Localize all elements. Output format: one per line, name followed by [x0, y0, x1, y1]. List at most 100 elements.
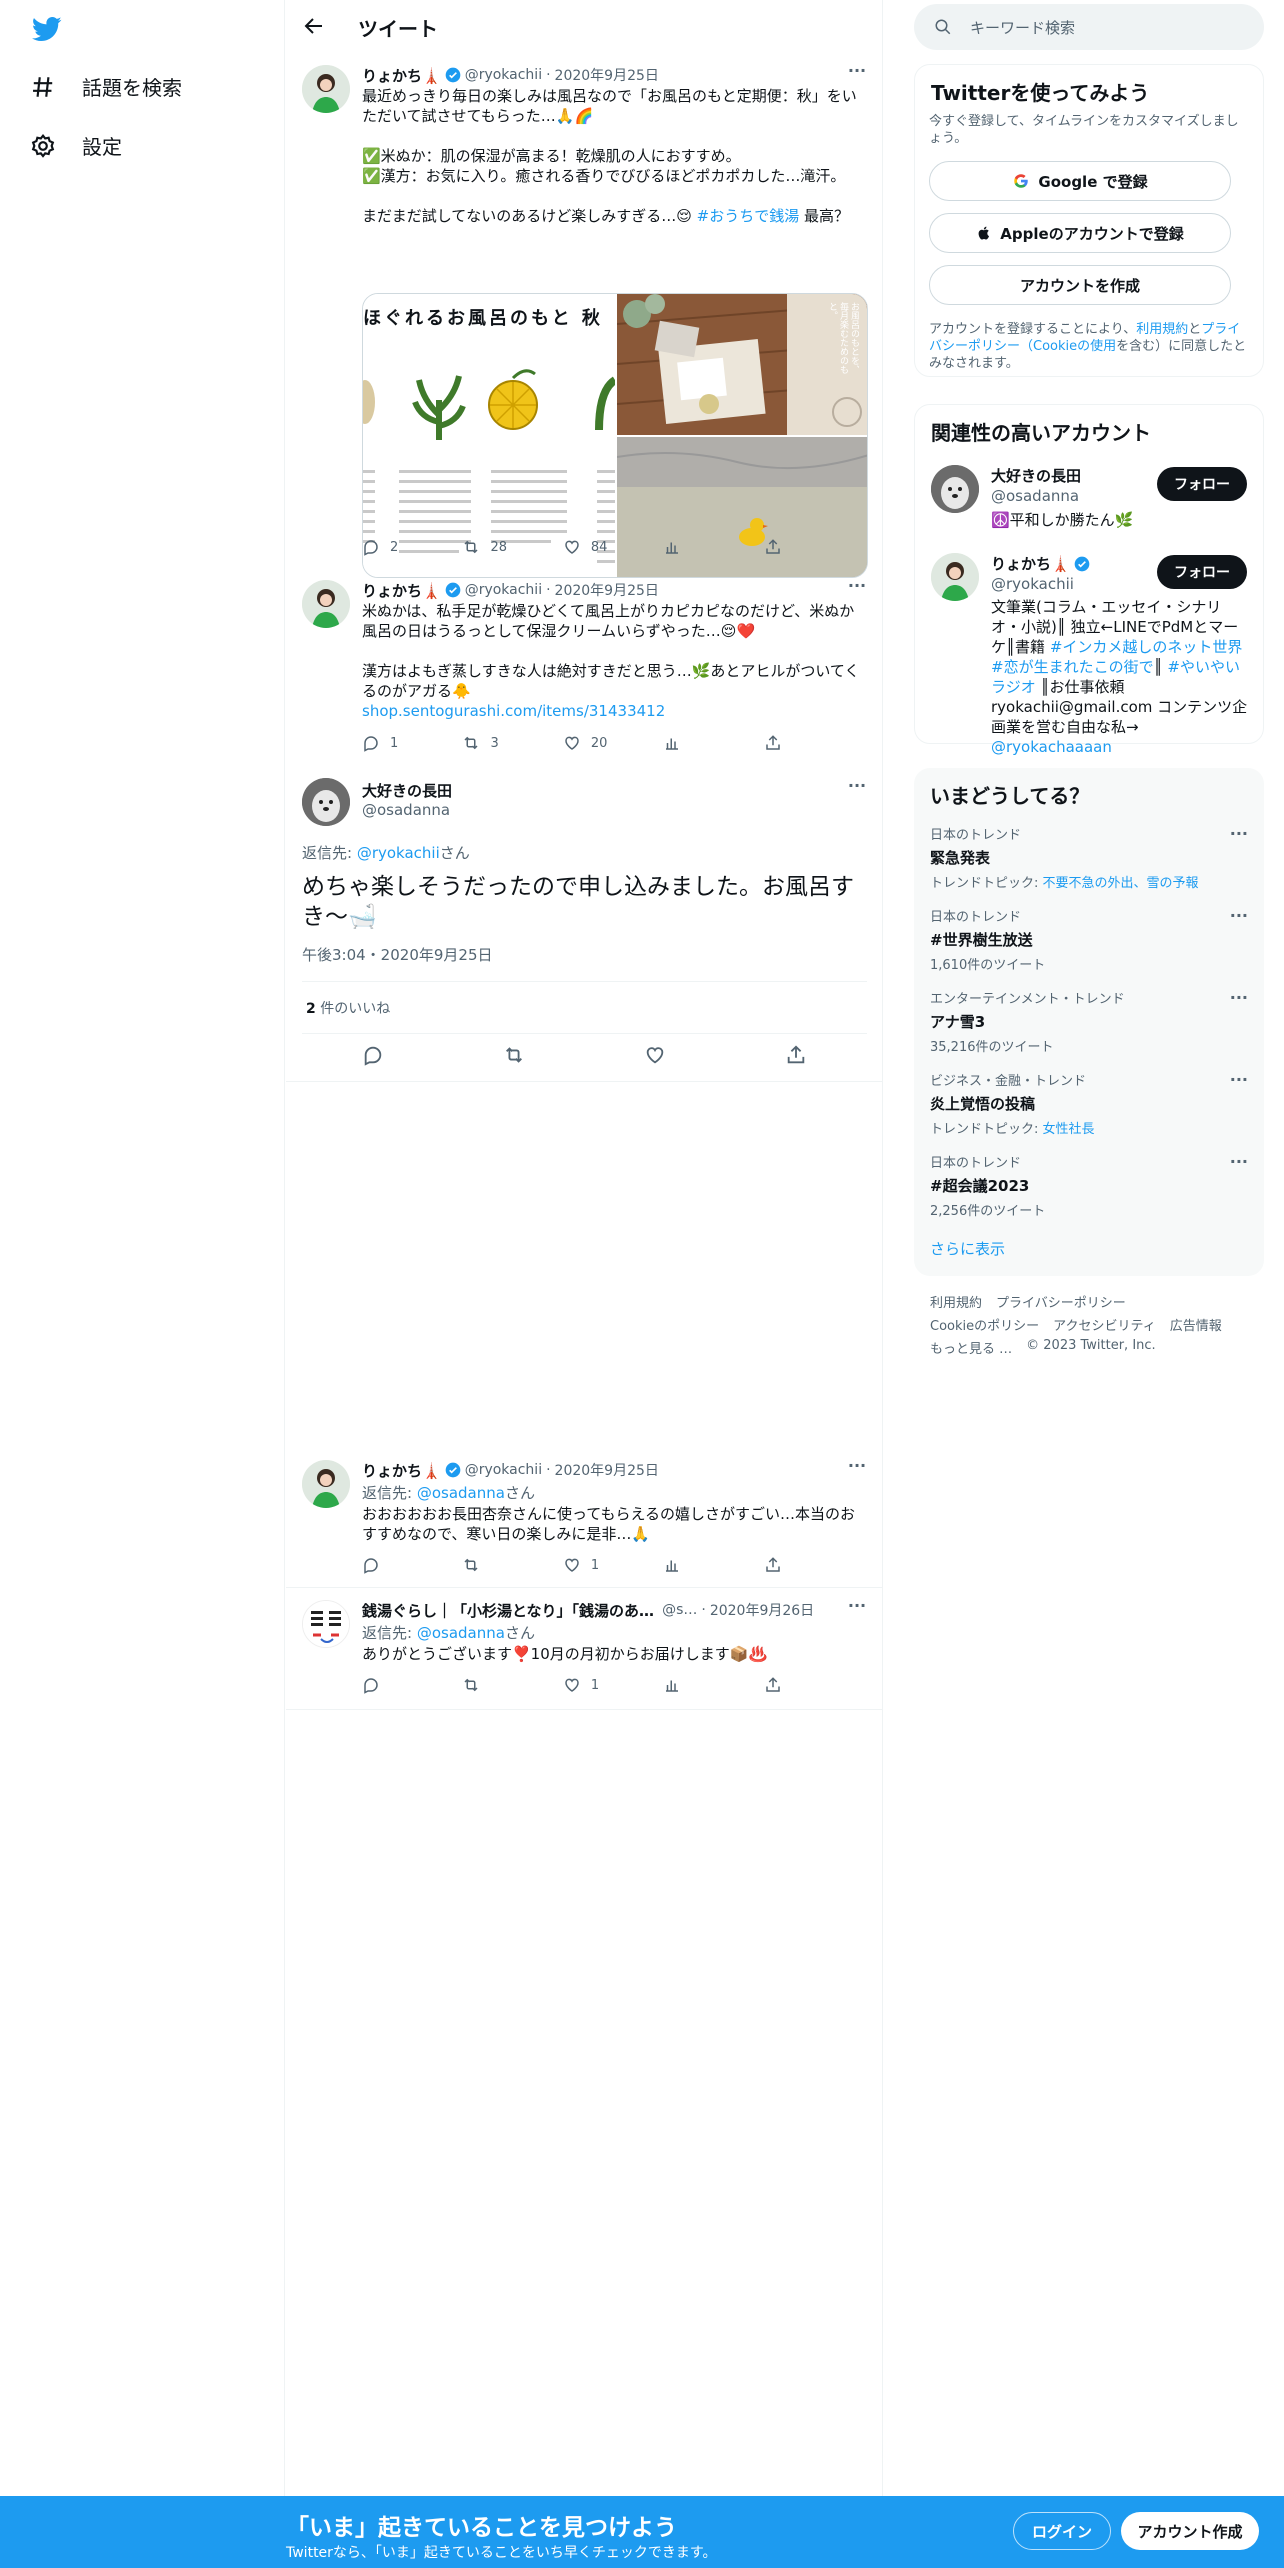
- share-button[interactable]: [764, 1556, 792, 1574]
- more-options-icon[interactable]: ···: [1230, 906, 1248, 925]
- parent-tweet[interactable]: りょかち🗼 @ryokachii · 2020年9月25日 ··· 米ぬかは、私…: [286, 568, 883, 766]
- account-handle[interactable]: @ryokachii: [991, 575, 1074, 593]
- tweet-date[interactable]: 2020年9月25日: [555, 65, 659, 85]
- footer-link[interactable]: 広告情報: [1170, 1315, 1222, 1334]
- reply-tweet[interactable]: 銭湯ぐらし｜「小杉湯となり」「銭湯のあ… @s… · 2020年9月26日 ··…: [286, 1588, 883, 1710]
- avatar[interactable]: [931, 465, 979, 513]
- author-handle[interactable]: @ryokachii: [465, 67, 542, 83]
- avatar[interactable]: [302, 1600, 350, 1648]
- avatar[interactable]: [302, 65, 350, 113]
- heart-icon[interactable]: [644, 1044, 666, 1066]
- share-icon[interactable]: [785, 1044, 807, 1066]
- parent-tweet[interactable]: りょかち🗼 @ryokachii · 2020年9月25日 ··· 最近めっきり…: [286, 53, 883, 580]
- reply-icon[interactable]: [362, 1044, 384, 1066]
- tweet-link[interactable]: shop.sentogurashi.com/items/31433412: [362, 702, 665, 720]
- retweet-button[interactable]: [462, 1676, 562, 1694]
- login-button[interactable]: ログイン: [1013, 2512, 1111, 2550]
- reply-button[interactable]: [362, 1556, 462, 1574]
- analytics-button[interactable]: [663, 1676, 763, 1694]
- reply-to-link[interactable]: @ryokachii: [357, 844, 440, 862]
- author-handle[interactable]: @osadanna: [362, 801, 450, 819]
- nav-item-settings[interactable]: 設定: [30, 131, 122, 160]
- more-options-icon[interactable]: ···: [847, 578, 867, 600]
- analytics-button[interactable]: [663, 1556, 763, 1574]
- avatar[interactable]: [302, 580, 350, 628]
- tweet-media-grid[interactable]: ほぐれるお風呂のもと 秋 お風呂のもとを、毎月楽むためのもと。: [362, 293, 868, 578]
- footer-link[interactable]: 利用規約: [930, 1292, 982, 1311]
- author-handle[interactable]: @ryokachii: [465, 582, 542, 598]
- show-more-link[interactable]: さらに表示: [930, 1238, 1005, 1259]
- media-image-product-card[interactable]: ほぐれるお風呂のもと 秋: [363, 294, 615, 577]
- reply-button[interactable]: 2: [362, 538, 462, 556]
- footer-more-link[interactable]: もっと見る …: [930, 1338, 1012, 1357]
- bio-hashtag-link[interactable]: #インカメ越しのネット世界: [1050, 638, 1243, 656]
- more-options-icon[interactable]: ···: [1230, 1152, 1248, 1171]
- avatar[interactable]: [302, 1460, 350, 1508]
- author-handle[interactable]: @s…: [662, 1602, 697, 1618]
- footer-link[interactable]: アクセシビリティ: [1053, 1315, 1156, 1334]
- more-options-icon[interactable]: ···: [1230, 988, 1248, 1007]
- create-account-button[interactable]: アカウントを作成: [929, 265, 1231, 305]
- search-input[interactable]: キーワード検索: [970, 17, 1075, 38]
- hashtag-link[interactable]: #おうちで銭湯: [697, 207, 800, 225]
- like-button[interactable]: 1: [563, 1676, 663, 1694]
- google-signup-button[interactable]: Google で登録: [929, 161, 1231, 201]
- reply-button[interactable]: 1: [362, 734, 462, 752]
- retweet-button[interactable]: [462, 1556, 562, 1574]
- more-options-icon[interactable]: ···: [847, 63, 867, 85]
- reply-tweet[interactable]: りょかち🗼 @ryokachii · 2020年9月25日 ··· 返信先: @…: [286, 1448, 883, 1588]
- author-name[interactable]: りょかち🗼: [362, 65, 441, 86]
- account-handle[interactable]: @osadanna: [991, 487, 1079, 505]
- search-bar[interactable]: キーワード検索: [914, 4, 1264, 50]
- media-image-product-box[interactable]: お風呂のもとを、毎月楽むためのもと。: [616, 294, 867, 435]
- share-button[interactable]: [764, 1676, 792, 1694]
- terms-link[interactable]: 利用規約: [1136, 322, 1188, 337]
- bio-mention-link[interactable]: @ryokachaaaan: [991, 738, 1112, 756]
- tweet-date[interactable]: 2020年9月26日: [710, 1600, 814, 1620]
- avatar[interactable]: [931, 553, 979, 601]
- like-button[interactable]: 1: [563, 1556, 663, 1574]
- author-name[interactable]: 大好きの長田: [362, 780, 452, 801]
- analytics-button[interactable]: [663, 734, 763, 752]
- avatar[interactable]: [302, 778, 350, 826]
- reply-to-link[interactable]: @osadanna: [417, 1624, 505, 1642]
- reply-to-link[interactable]: @osadanna: [417, 1484, 505, 1502]
- author-name[interactable]: 銭湯ぐらし｜「小杉湯となり」「銭湯のあ…: [362, 1600, 654, 1621]
- nav-item-explore[interactable]: 話題を検索: [30, 72, 182, 101]
- back-arrow-icon[interactable]: [302, 14, 326, 38]
- like-button[interactable]: 84: [563, 538, 663, 556]
- more-options-icon[interactable]: ···: [847, 778, 867, 800]
- more-options-icon[interactable]: ···: [1230, 1070, 1248, 1089]
- more-options-icon[interactable]: ···: [1230, 824, 1248, 843]
- trend-item[interactable]: 日本のトレンド #世界樹生放送 1,610件のツイート ···: [930, 906, 1248, 973]
- reply-button[interactable]: [362, 1676, 462, 1694]
- bio-hashtag-link[interactable]: #恋が生まれたこの街で: [991, 658, 1154, 676]
- apple-signup-button[interactable]: Appleのアカウントで登録: [929, 213, 1231, 253]
- footer-link[interactable]: プライバシーポリシー: [996, 1292, 1126, 1311]
- media-image-bath-duck[interactable]: [616, 437, 867, 577]
- more-options-icon[interactable]: ···: [847, 1458, 867, 1480]
- analytics-button[interactable]: [663, 538, 763, 556]
- signup-button[interactable]: アカウント作成: [1121, 2512, 1259, 2550]
- tweet-timestamp[interactable]: 午後3:04・2020年9月25日: [302, 944, 493, 965]
- share-button[interactable]: [764, 538, 792, 556]
- tweet-date[interactable]: 2020年9月25日: [555, 580, 659, 600]
- retweet-button[interactable]: 3: [462, 734, 562, 752]
- author-name[interactable]: りょかち🗼: [362, 580, 441, 601]
- retweet-icon[interactable]: [503, 1044, 525, 1066]
- twitter-logo-icon[interactable]: [30, 14, 64, 44]
- retweet-button[interactable]: 28: [462, 538, 562, 556]
- trend-item[interactable]: 日本のトレンド 緊急発表 トレンドトピック: 不要不急の外出、雪の予報 ···: [930, 824, 1248, 891]
- account-name[interactable]: りょかち🗼: [991, 553, 1090, 574]
- like-button[interactable]: 20: [563, 734, 663, 752]
- footer-link[interactable]: Cookieのポリシー: [930, 1315, 1039, 1334]
- account-name[interactable]: 大好きの長田: [991, 465, 1081, 486]
- author-name[interactable]: りょかち🗼: [362, 1460, 441, 1481]
- tweet-date[interactable]: 2020年9月25日: [555, 1460, 659, 1480]
- likes-summary[interactable]: 2 件のいいね: [306, 998, 390, 1018]
- author-handle[interactable]: @ryokachii: [465, 1462, 542, 1478]
- follow-button[interactable]: フォロー: [1157, 467, 1247, 501]
- trend-item[interactable]: 日本のトレンド #超会議2023 2,256件のツイート ···: [930, 1152, 1248, 1219]
- share-button[interactable]: [764, 734, 792, 752]
- trend-item[interactable]: エンターテインメント・トレンド アナ雪3 35,216件のツイート ···: [930, 988, 1248, 1055]
